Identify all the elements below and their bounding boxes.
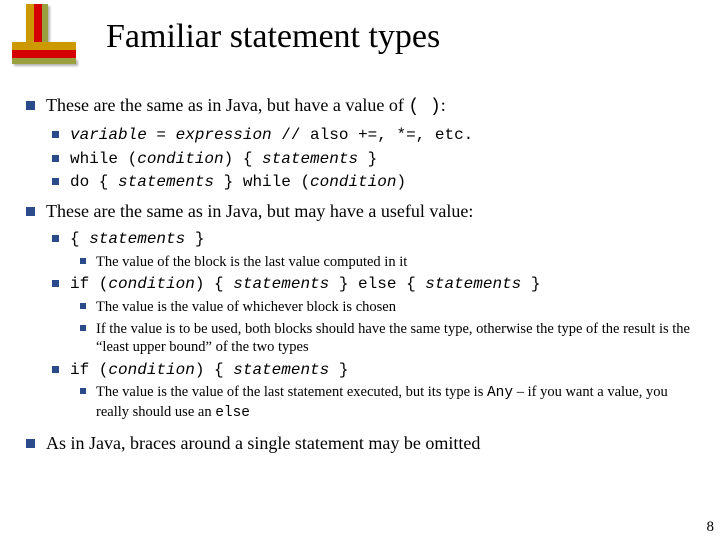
slide-decoration — [0, 0, 100, 70]
bullet-level3: If the value is to be used, both blocks … — [76, 320, 702, 357]
code-kw: } — [329, 361, 348, 379]
text: : — [441, 95, 446, 115]
bullet-level3: The value is the value of the last state… — [76, 383, 702, 422]
code-paren: ( ) — [408, 97, 440, 117]
code-kw: } — [521, 275, 540, 293]
code-eq: = — [147, 126, 176, 144]
code-kw: while ( — [70, 150, 137, 168]
code-cond: condition — [108, 361, 194, 379]
code-kw: } — [358, 150, 377, 168]
bullet-level1: These are the same as in Java, but have … — [24, 94, 702, 119]
code-kw: ) { — [195, 361, 233, 379]
code-kw: } else { — [329, 275, 425, 293]
code-stmts: statements — [89, 230, 185, 248]
bullet-level3: The value is the value of whichever bloc… — [76, 298, 702, 317]
code-else: else — [215, 405, 250, 421]
code-stmts: statements — [233, 275, 329, 293]
code-kw: do { — [70, 173, 118, 191]
code-kw: ) { — [224, 150, 262, 168]
code-kw: if ( — [70, 275, 108, 293]
bullet-level3: The value of the block is the last value… — [76, 253, 702, 272]
code-expr: expression — [176, 126, 272, 144]
bullet-level2: if (condition) { statements } — [48, 360, 702, 380]
slide-body: These are the same as in Java, but have … — [24, 94, 702, 461]
bullet-level2: do { statements } while (condition) — [48, 172, 702, 192]
code-kw: { — [70, 230, 89, 248]
code-kw: } — [185, 230, 204, 248]
bullet-level1: As in Java, braces around a single state… — [24, 432, 702, 455]
text: The value is the value of the last state… — [96, 384, 487, 400]
bullet-level2: while (condition) { statements } — [48, 149, 702, 169]
code-kw: ) { — [195, 275, 233, 293]
code-stmts: statements — [118, 173, 214, 191]
code-stmts: statements — [262, 150, 358, 168]
code-stmts: statements — [425, 275, 521, 293]
bullet-level2: { statements } — [48, 229, 702, 249]
page-number: 8 — [707, 519, 715, 536]
code-any: Any — [487, 385, 513, 401]
code-stmts: statements — [233, 361, 329, 379]
code-comment: // also +=, *=, etc. — [272, 126, 474, 144]
code-cond: condition — [310, 173, 396, 191]
bullet-level2: if (condition) { statements } else { sta… — [48, 274, 702, 294]
code-cond: condition — [108, 275, 194, 293]
text: These are the same as in Java, but have … — [46, 95, 408, 115]
code-kw: ) — [396, 173, 406, 191]
bullet-level1: These are the same as in Java, but may h… — [24, 200, 702, 223]
code-var: variable — [70, 126, 147, 144]
slide-title: Familiar statement types — [106, 18, 440, 56]
code-kw: if ( — [70, 361, 108, 379]
bullet-level2: variable = expression // also +=, *=, et… — [48, 125, 702, 145]
code-cond: condition — [137, 150, 223, 168]
code-kw: } while ( — [214, 173, 310, 191]
